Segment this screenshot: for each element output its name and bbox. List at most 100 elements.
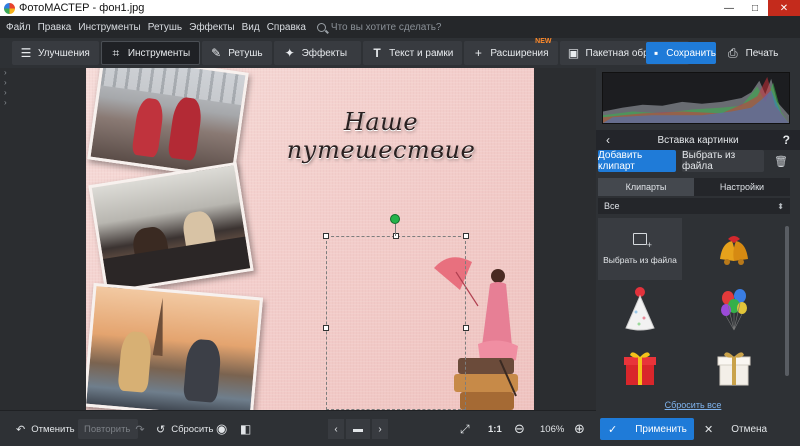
reset-label: Сбросить xyxy=(171,423,214,435)
histogram xyxy=(602,72,790,124)
category-select-value: Все xyxy=(604,201,620,211)
resize-handle-top-left[interactable] xyxy=(323,233,329,239)
party-hat-icon xyxy=(625,287,655,331)
undo-button[interactable]: ↶ Отменить xyxy=(16,419,75,439)
tab-text-frames[interactable]: T Текст и рамки xyxy=(363,41,463,65)
menu-view[interactable]: Вид xyxy=(242,22,260,33)
tab-effects[interactable]: ✦ Эффекты xyxy=(273,41,362,65)
tab-effects-label: Эффекты xyxy=(301,47,348,59)
category-select[interactable]: Все ⬍ xyxy=(598,198,790,214)
add-image-icon xyxy=(633,233,652,250)
title-bar: ФотоМАСТЕР - фон1.jpg — □ ✕ xyxy=(0,0,800,16)
tab-cliparts[interactable]: Клипарты xyxy=(598,178,694,196)
printer-icon: ⎙ xyxy=(728,45,738,60)
apply-button[interactable]: ✓ Применить xyxy=(600,418,694,440)
clipart-tile-party-hat[interactable] xyxy=(598,278,682,340)
maximize-button[interactable]: □ xyxy=(742,0,768,16)
fit-screen-icon[interactable]: ⤢ xyxy=(460,419,470,439)
crop-icon: ⌗ xyxy=(112,45,120,60)
rotate-handle-line xyxy=(395,224,396,236)
minimize-button[interactable]: — xyxy=(716,0,742,16)
zoom-1-1-button[interactable]: 1:1 xyxy=(488,419,502,439)
save-label: Сохранить xyxy=(666,47,716,59)
new-badge: NEW xyxy=(535,38,552,45)
menu-effects[interactable]: Эффекты xyxy=(189,22,234,33)
print-label: Печать xyxy=(745,47,779,59)
gift-white-icon xyxy=(717,352,751,386)
cancel-button[interactable]: ✕ Отмена xyxy=(700,418,794,440)
reset-all-link[interactable]: Сбросить все xyxy=(596,400,790,410)
clipart-tile-balloons[interactable] xyxy=(692,278,776,340)
tab-extensions[interactable]: + Расширения NEW xyxy=(464,38,558,65)
photo-canvas[interactable]: Наше путешествие xyxy=(86,68,534,410)
panel-title: Вставка картинки xyxy=(657,134,739,146)
undo-label: Отменить xyxy=(31,423,75,435)
choose-from-file-button[interactable]: Выбрать из файла xyxy=(682,150,764,172)
resize-handle-top-right[interactable] xyxy=(463,233,469,239)
brush-icon: ✎ xyxy=(211,46,222,60)
menu-file[interactable]: Файл xyxy=(6,22,31,33)
compare-icon[interactable]: ◧ xyxy=(240,419,251,439)
chevron-right-icon[interactable]: › xyxy=(0,98,14,108)
chevron-updown-icon: ⬍ xyxy=(777,201,784,211)
trash-icon[interactable]: 🗑 xyxy=(772,150,790,172)
resize-handle-left[interactable] xyxy=(323,325,329,331)
clipart-tile-red-gift[interactable] xyxy=(598,336,682,398)
redo-button[interactable]: Повторить ↷ xyxy=(78,419,145,439)
search-box[interactable]: Что вы хотите сделать? xyxy=(316,21,442,33)
prev-image-icon[interactable]: ‹ xyxy=(328,419,344,439)
chevron-right-icon[interactable]: › xyxy=(0,68,14,78)
menu-help[interactable]: Справка xyxy=(267,22,306,33)
menu-retouch[interactable]: Ретушь xyxy=(148,22,182,33)
rotate-handle[interactable] xyxy=(390,214,400,224)
help-icon[interactable]: ? xyxy=(783,133,790,147)
tab-extensions-label: Расширения xyxy=(490,47,549,59)
redo-icon: ↷ xyxy=(135,423,145,436)
photo-collage-item[interactable] xyxy=(88,161,254,295)
menu-edit[interactable]: Правка xyxy=(38,22,72,33)
resize-handle-right[interactable] xyxy=(463,325,469,331)
sliders-icon: ☰ xyxy=(20,46,32,60)
eye-icon[interactable]: ◉ xyxy=(216,419,227,439)
floppy-icon: ▪ xyxy=(654,46,659,60)
scrollbar-thumb[interactable] xyxy=(785,226,789,376)
photo-collage-item[interactable] xyxy=(86,282,264,410)
clipart-scrollbar[interactable] xyxy=(784,218,790,388)
grid-choose-file-label: Выбрать из файла xyxy=(603,255,677,265)
zoom-in-icon[interactable]: ⊕ xyxy=(574,419,585,439)
zoom-out-icon[interactable]: ⊖ xyxy=(514,419,525,439)
close-button[interactable]: ✕ xyxy=(768,0,800,16)
chevron-right-icon[interactable]: › xyxy=(0,88,14,98)
image-navigator: ‹ ▬ › xyxy=(328,419,388,439)
resize-handle-top[interactable] xyxy=(393,233,399,239)
reset-icon: ↺ xyxy=(156,423,166,436)
menu-tools[interactable]: Инструменты xyxy=(78,22,140,33)
grid-choose-file-tile[interactable]: Выбрать из файла xyxy=(598,218,682,280)
next-image-icon[interactable]: › xyxy=(372,419,388,439)
selection-frame[interactable] xyxy=(326,236,466,410)
window-title: ФотоМАСТЕР - фон1.jpg xyxy=(19,2,145,14)
back-arrow-icon[interactable]: ‹ xyxy=(606,133,610,147)
folder-icon[interactable]: ▬ xyxy=(346,419,370,439)
clipart-tile-bells[interactable] xyxy=(692,218,776,280)
undo-icon: ↶ xyxy=(16,423,26,436)
search-placeholder: Что вы хотите сделать? xyxy=(330,21,442,33)
chevron-right-icon[interactable]: › xyxy=(0,78,14,88)
app-logo-icon xyxy=(4,2,15,14)
add-clipart-button[interactable]: Добавить клипарт xyxy=(598,150,676,172)
panel-action-bar: ✓ Применить ✕ Отмена xyxy=(596,410,800,446)
clipart-tile-white-gift[interactable] xyxy=(692,336,776,398)
reset-button[interactable]: ↺ Сбросить xyxy=(156,419,213,439)
tab-retouch[interactable]: ✎ Ретушь xyxy=(202,41,272,65)
tab-enhance[interactable]: ☰ Улучшения xyxy=(12,41,99,65)
print-button[interactable]: ⎙ Печать xyxy=(722,42,794,64)
tab-tools[interactable]: ⌗ Инструменты xyxy=(100,41,201,65)
canvas-area[interactable]: Наше путешествие xyxy=(14,68,594,410)
bells-icon xyxy=(720,236,748,265)
cancel-label: Отмена xyxy=(731,423,768,435)
redo-label: Повторить xyxy=(84,423,131,435)
save-button[interactable]: ▪ Сохранить xyxy=(646,42,716,64)
tab-settings[interactable]: Настройки xyxy=(694,178,790,196)
tab-tools-label: Инструменты xyxy=(127,47,191,59)
text-icon: T xyxy=(373,46,381,60)
